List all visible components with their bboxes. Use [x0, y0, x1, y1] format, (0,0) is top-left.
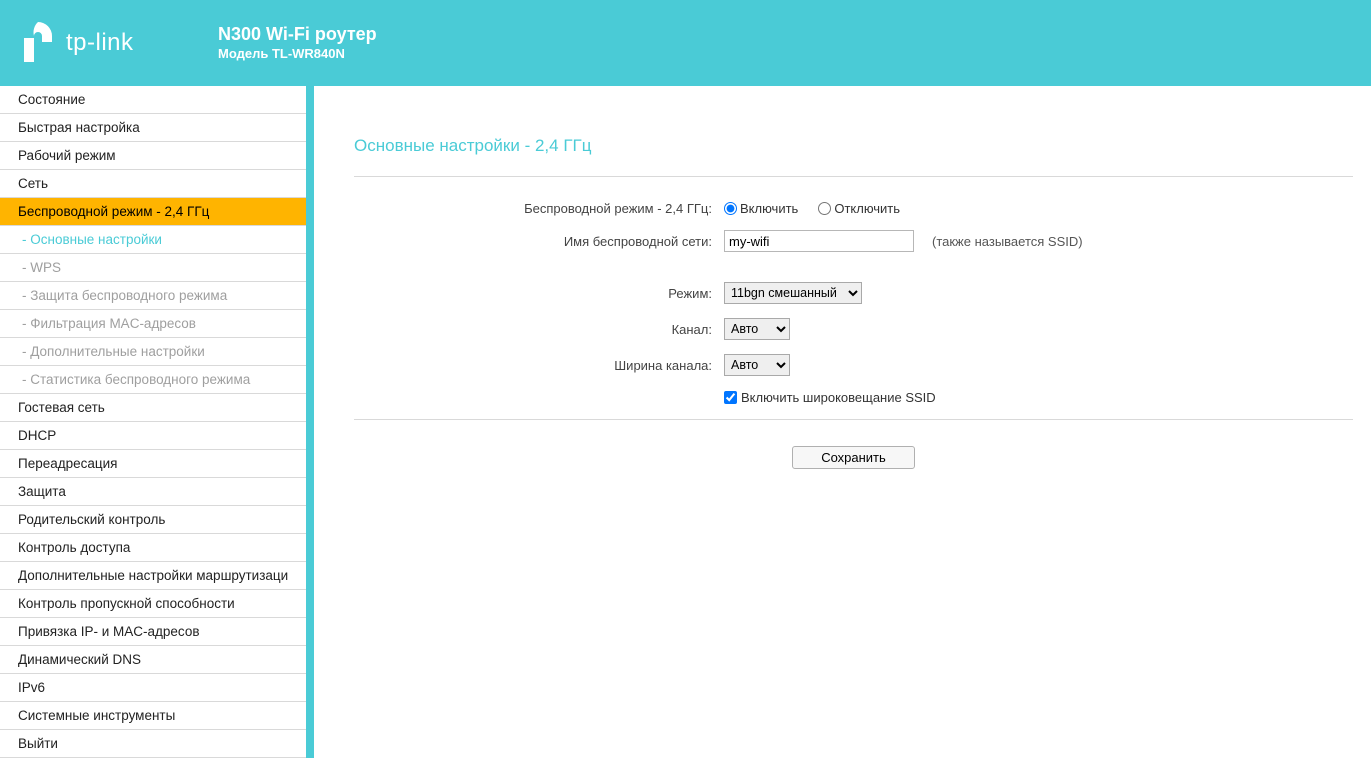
- select-channel-width[interactable]: Авто: [724, 354, 790, 376]
- page-title: Основные настройки - 2,4 ГГц: [354, 136, 1353, 176]
- brand-name: tp-link: [66, 29, 134, 57]
- row-channel: Канал: Авто: [354, 318, 1353, 340]
- label-mode: Режим:: [354, 286, 724, 301]
- nav-dhcp[interactable]: DHCP: [0, 422, 306, 450]
- nav-forwarding[interactable]: Переадресация: [0, 450, 306, 478]
- product-title: N300 Wi-Fi роутер: [218, 23, 377, 46]
- tp-link-icon: [18, 20, 58, 66]
- row-ssid: Имя беспроводной сети: (также называется…: [354, 230, 1353, 252]
- radio-enable-input[interactable]: [724, 202, 737, 215]
- nav-bandwidth[interactable]: Контроль пропускной способности: [0, 590, 306, 618]
- nav-wireless[interactable]: Беспроводной режим - 2,4 ГГц: [0, 198, 306, 226]
- checkbox-ssid-broadcast[interactable]: Включить широковещание SSID: [724, 390, 936, 405]
- radio-disable[interactable]: Отключить: [818, 201, 900, 216]
- nav-logout[interactable]: Выйти: [0, 730, 306, 758]
- row-channel-width: Ширина канала: Авто: [354, 354, 1353, 376]
- nav-ipv6[interactable]: IPv6: [0, 674, 306, 702]
- nav-wireless-stats[interactable]: - Статистика беспроводного режима: [0, 366, 306, 394]
- row-mode: Режим: 11bgn смешанный: [354, 282, 1353, 304]
- product-model: Модель TL-WR840N: [218, 46, 377, 63]
- separator-bottom: [354, 419, 1353, 420]
- nav-access[interactable]: Контроль доступа: [0, 534, 306, 562]
- nav-security[interactable]: Защита: [0, 478, 306, 506]
- nav-guest[interactable]: Гостевая сеть: [0, 394, 306, 422]
- top-banner: tp-link N300 Wi-Fi роутер Модель TL-WR84…: [0, 0, 1371, 86]
- nav-status[interactable]: Состояние: [0, 86, 306, 114]
- label-channel: Канал:: [354, 322, 724, 337]
- nav-network[interactable]: Сеть: [0, 170, 306, 198]
- checkbox-ssid-broadcast-input[interactable]: [724, 391, 737, 404]
- radio-disable-label: Отключить: [834, 201, 900, 216]
- radio-disable-input[interactable]: [818, 202, 831, 215]
- nav-ddns[interactable]: Динамический DNS: [0, 646, 306, 674]
- save-button[interactable]: Сохранить: [792, 446, 915, 469]
- label-wireless-mode: Беспроводной режим - 2,4 ГГц:: [354, 201, 724, 216]
- radio-enable[interactable]: Включить: [724, 201, 798, 216]
- nav-wireless-security[interactable]: - Защита беспроводного режима: [0, 282, 306, 310]
- hint-ssid: (также называется SSID): [932, 234, 1083, 249]
- row-wireless-enable: Беспроводной режим - 2,4 ГГц: Включить О…: [354, 201, 1353, 216]
- nav-wireless-mac[interactable]: - Фильтрация MAC-адресов: [0, 310, 306, 338]
- input-ssid[interactable]: [724, 230, 914, 252]
- nav-parental[interactable]: Родительский контроль: [0, 506, 306, 534]
- select-mode[interactable]: 11bgn смешанный: [724, 282, 862, 304]
- nav-systools[interactable]: Системные инструменты: [0, 702, 306, 730]
- select-channel[interactable]: Авто: [724, 318, 790, 340]
- nav-routing[interactable]: Дополнительные настройки маршрутизаци: [0, 562, 306, 590]
- nav-wireless-wps[interactable]: - WPS: [0, 254, 306, 282]
- radio-enable-label: Включить: [740, 201, 798, 216]
- brand-logo: tp-link: [18, 20, 218, 66]
- save-row: Сохранить: [354, 446, 1353, 469]
- nav-operation-mode[interactable]: Рабочий режим: [0, 142, 306, 170]
- label-channel-width: Ширина канала:: [354, 358, 724, 373]
- label-ssid: Имя беспроводной сети:: [354, 234, 724, 249]
- nav-ipmac[interactable]: Привязка IP- и MAC-адресов: [0, 618, 306, 646]
- nav-wireless-advanced[interactable]: - Дополнительные настройки: [0, 338, 306, 366]
- row-ssid-broadcast: Включить широковещание SSID: [354, 390, 1353, 405]
- sidebar-nav: Состояние Быстрая настройка Рабочий режи…: [0, 86, 314, 758]
- nav-quick-setup[interactable]: Быстрая настройка: [0, 114, 306, 142]
- checkbox-ssid-broadcast-label: Включить широковещание SSID: [741, 390, 936, 405]
- separator: [354, 176, 1353, 177]
- product-info: N300 Wi-Fi роутер Модель TL-WR840N: [218, 23, 377, 63]
- main-content: Основные настройки - 2,4 ГГц Беспроводно…: [314, 86, 1371, 758]
- nav-wireless-basic[interactable]: - Основные настройки: [0, 226, 306, 254]
